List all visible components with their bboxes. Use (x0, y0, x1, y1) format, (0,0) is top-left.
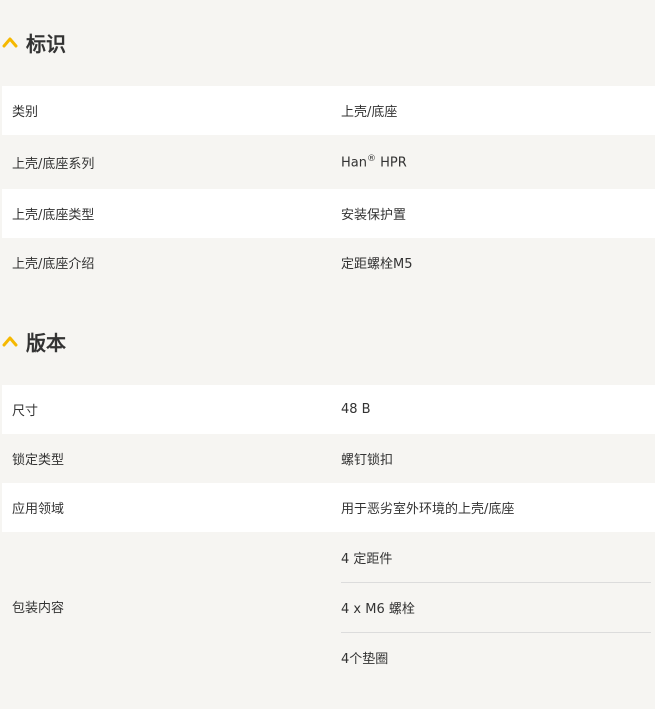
list-item: 4个垫圈 (341, 651, 389, 667)
table-row: 类别 上壳/底座 (2, 86, 655, 135)
registered-mark: ® (366, 153, 376, 164)
row-value: 上壳/底座 (341, 105, 398, 120)
row-value: 48 B (341, 402, 371, 417)
row-label: 应用领域 (12, 502, 65, 517)
row-value: 用于恶劣室外环境的上壳/底座 (341, 502, 515, 517)
table-row: 尺寸 48 B (2, 385, 655, 434)
row-label: 锁定类型 (12, 453, 65, 468)
row-value: Han® HPR (341, 153, 407, 171)
table-row: 上壳/底座类型 安装保护置 (2, 189, 655, 238)
row-label: 尺寸 (12, 404, 39, 419)
product-details-page: 标识 类别 上壳/底座 上壳/底座系列 Han® HPR 上壳/底座类型 安装保… (0, 0, 655, 709)
table-row: 包装内容 4 定距件 4 x M6 螺栓 4个垫圈 (2, 532, 655, 680)
row-value: 安装保护置 (341, 208, 407, 223)
chevron-up-icon (2, 37, 18, 48)
list-item: 4 x M6 螺栓 (341, 582, 651, 633)
row-value: 定距螺栓M5 (341, 257, 413, 272)
row-label: 上壳/底座类型 (12, 208, 95, 223)
row-value: 螺钉锁扣 (341, 453, 394, 468)
row-value-list: 4 定距件 4 x M6 螺栓 4个垫圈 (341, 532, 651, 680)
section-title: 标识 (26, 31, 66, 56)
list-item: 4 定距件 (341, 532, 651, 583)
row-label: 上壳/底座系列 (12, 156, 95, 172)
section-title: 版本 (26, 330, 66, 355)
row-label: 类别 (12, 105, 39, 120)
section-header-version[interactable]: 版本 (0, 321, 655, 361)
table-row: 上壳/底座介绍 定距螺栓M5 (2, 238, 655, 287)
table-row: 上壳/底座系列 Han® HPR (2, 135, 655, 189)
chevron-up-icon (2, 336, 18, 347)
row-label: 上壳/底座介绍 (12, 257, 95, 272)
table-row: 应用领域 用于恶劣室外环境的上壳/底座 (2, 483, 655, 532)
section-header-identification[interactable]: 标识 (0, 22, 655, 62)
row-label: 包装内容 (12, 600, 65, 616)
table-row: 锁定类型 螺钉锁扣 (2, 434, 655, 483)
